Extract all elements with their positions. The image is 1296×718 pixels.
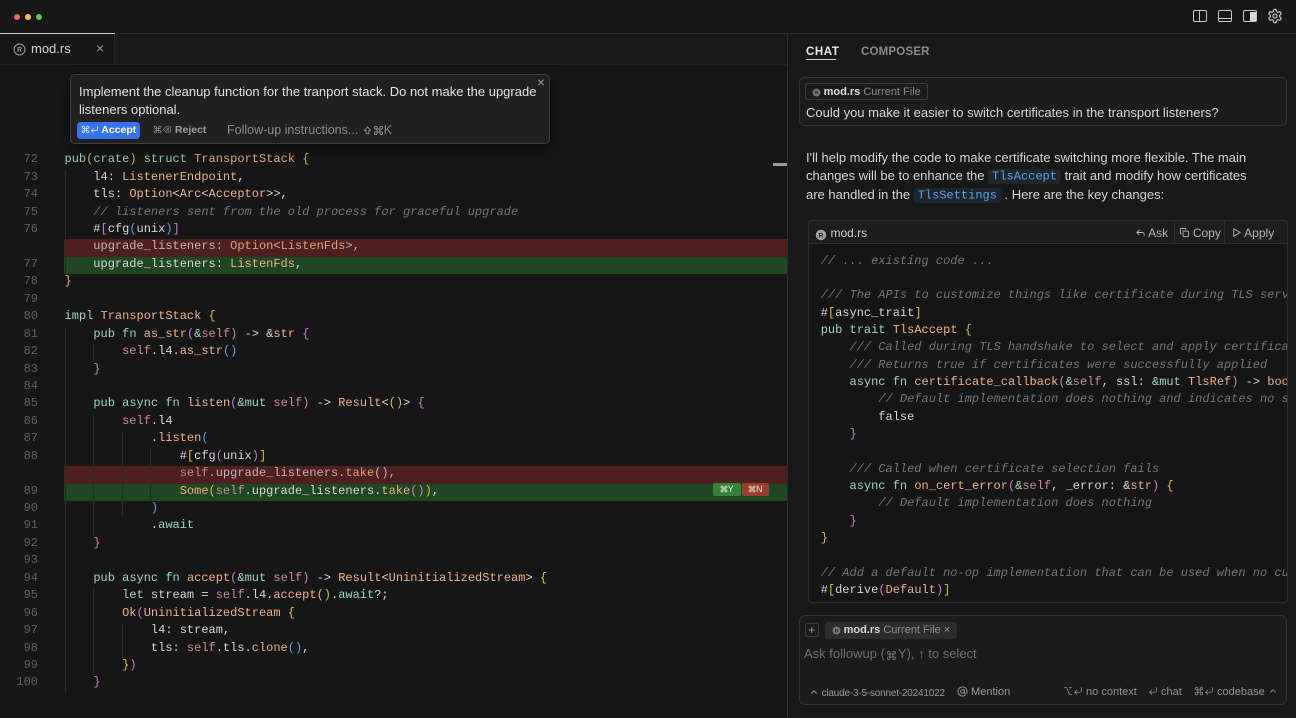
svg-text:R: R bbox=[834, 628, 838, 634]
svg-text:R: R bbox=[17, 47, 22, 54]
svg-text:R: R bbox=[814, 90, 818, 96]
